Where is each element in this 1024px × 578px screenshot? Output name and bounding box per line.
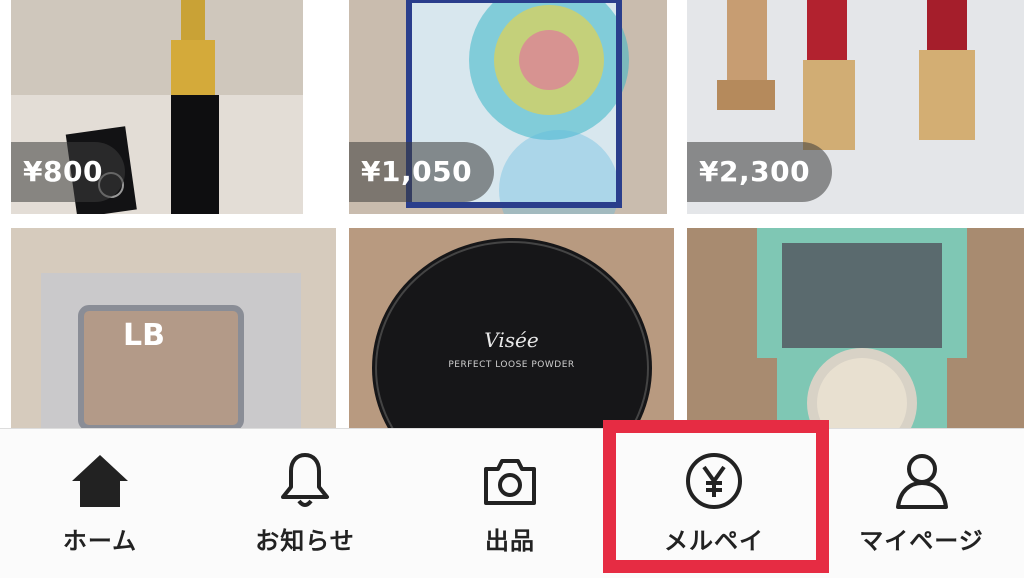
product-tile-compact[interactable] [687,228,1024,428]
home-icon [72,455,128,507]
visee-subtitle: PERFECT LOOSE POWDER [448,360,575,370]
product-tile-lipstick[interactable]: ¥800 [11,0,303,214]
yen-icon [686,453,742,509]
camera-icon [484,459,536,505]
nav-sell-label: 出品 [485,527,535,555]
product-tile-palette[interactable]: ¥1,050 [349,0,667,214]
nav-mypage-label: マイページ [859,527,984,555]
product-tile-lipsticks[interactable]: ¥2,300 [687,0,1024,214]
person-icon [895,454,948,509]
product-tile-lb[interactable]: LB [11,228,336,428]
product-image-compact [687,228,1024,428]
nav-home[interactable]: ホーム [0,429,200,578]
visee-brand: Visée [484,328,539,352]
nav-notifications[interactable]: お知らせ [205,429,405,578]
price-tag: ¥800 [11,142,125,202]
nav-merpay[interactable]: メルペイ [614,429,814,578]
price-tag: ¥1,050 [349,142,495,202]
nav-notifications-label: お知らせ [255,527,355,555]
nav-home-label: ホーム [62,527,138,555]
bell-icon [281,453,329,507]
product-tile-visee[interactable]: Visée PERFECT LOOSE POWDER [349,228,674,428]
product-image-lb [11,228,336,428]
price-tag: ¥2,300 [687,142,833,202]
bottom-nav: ホーム お知らせ 出品 メルペイ マイページ [0,428,1024,578]
nav-sell[interactable]: 出品 [410,429,610,578]
lb-logo: LB [123,318,165,353]
nav-mypage[interactable]: マイページ [819,429,1024,578]
product-grid: ¥800 ¥1,050 ¥2,300 LB Visée PERFECT LOOS… [0,0,1024,428]
nav-merpay-label: メルペイ [664,527,764,555]
